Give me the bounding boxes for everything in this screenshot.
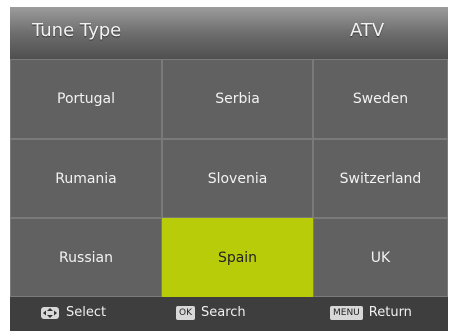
country-uk[interactable]: UK [313,218,448,297]
country-slovenia[interactable]: Slovenia [162,139,313,218]
key-hint-bar: Select OK Search MENU Return [10,297,448,331]
return-label: Return [368,305,412,320]
menu-header: Tune Type ATV [10,7,448,59]
country-switzerland[interactable]: Switzerland [313,139,448,218]
country-rumania[interactable]: Rumania [10,139,162,218]
country-spain-selected[interactable]: Spain [162,218,313,297]
country-russian[interactable]: Russian [10,218,162,297]
country-sweden[interactable]: Sweden [313,59,448,139]
ok-key-icon: OK [176,305,195,320]
return-hint: MENU Return [330,305,412,320]
search-hint: OK Search [176,305,246,320]
directional-pad-icon [40,306,60,320]
select-hint: Select [40,305,106,320]
select-label: Select [66,305,107,320]
search-label: Search [201,305,246,320]
page-title: Tune Type [32,20,122,41]
tv-menu-screen: Tune Type ATV Portugal Serbia Sweden Rum… [10,7,448,331]
country-serbia[interactable]: Serbia [162,59,313,139]
menu-key-icon: MENU [330,305,363,320]
tune-type-value[interactable]: ATV [350,20,384,41]
country-portugal[interactable]: Portugal [10,59,162,139]
country-grid: Portugal Serbia Sweden Rumania Slovenia … [10,59,448,297]
